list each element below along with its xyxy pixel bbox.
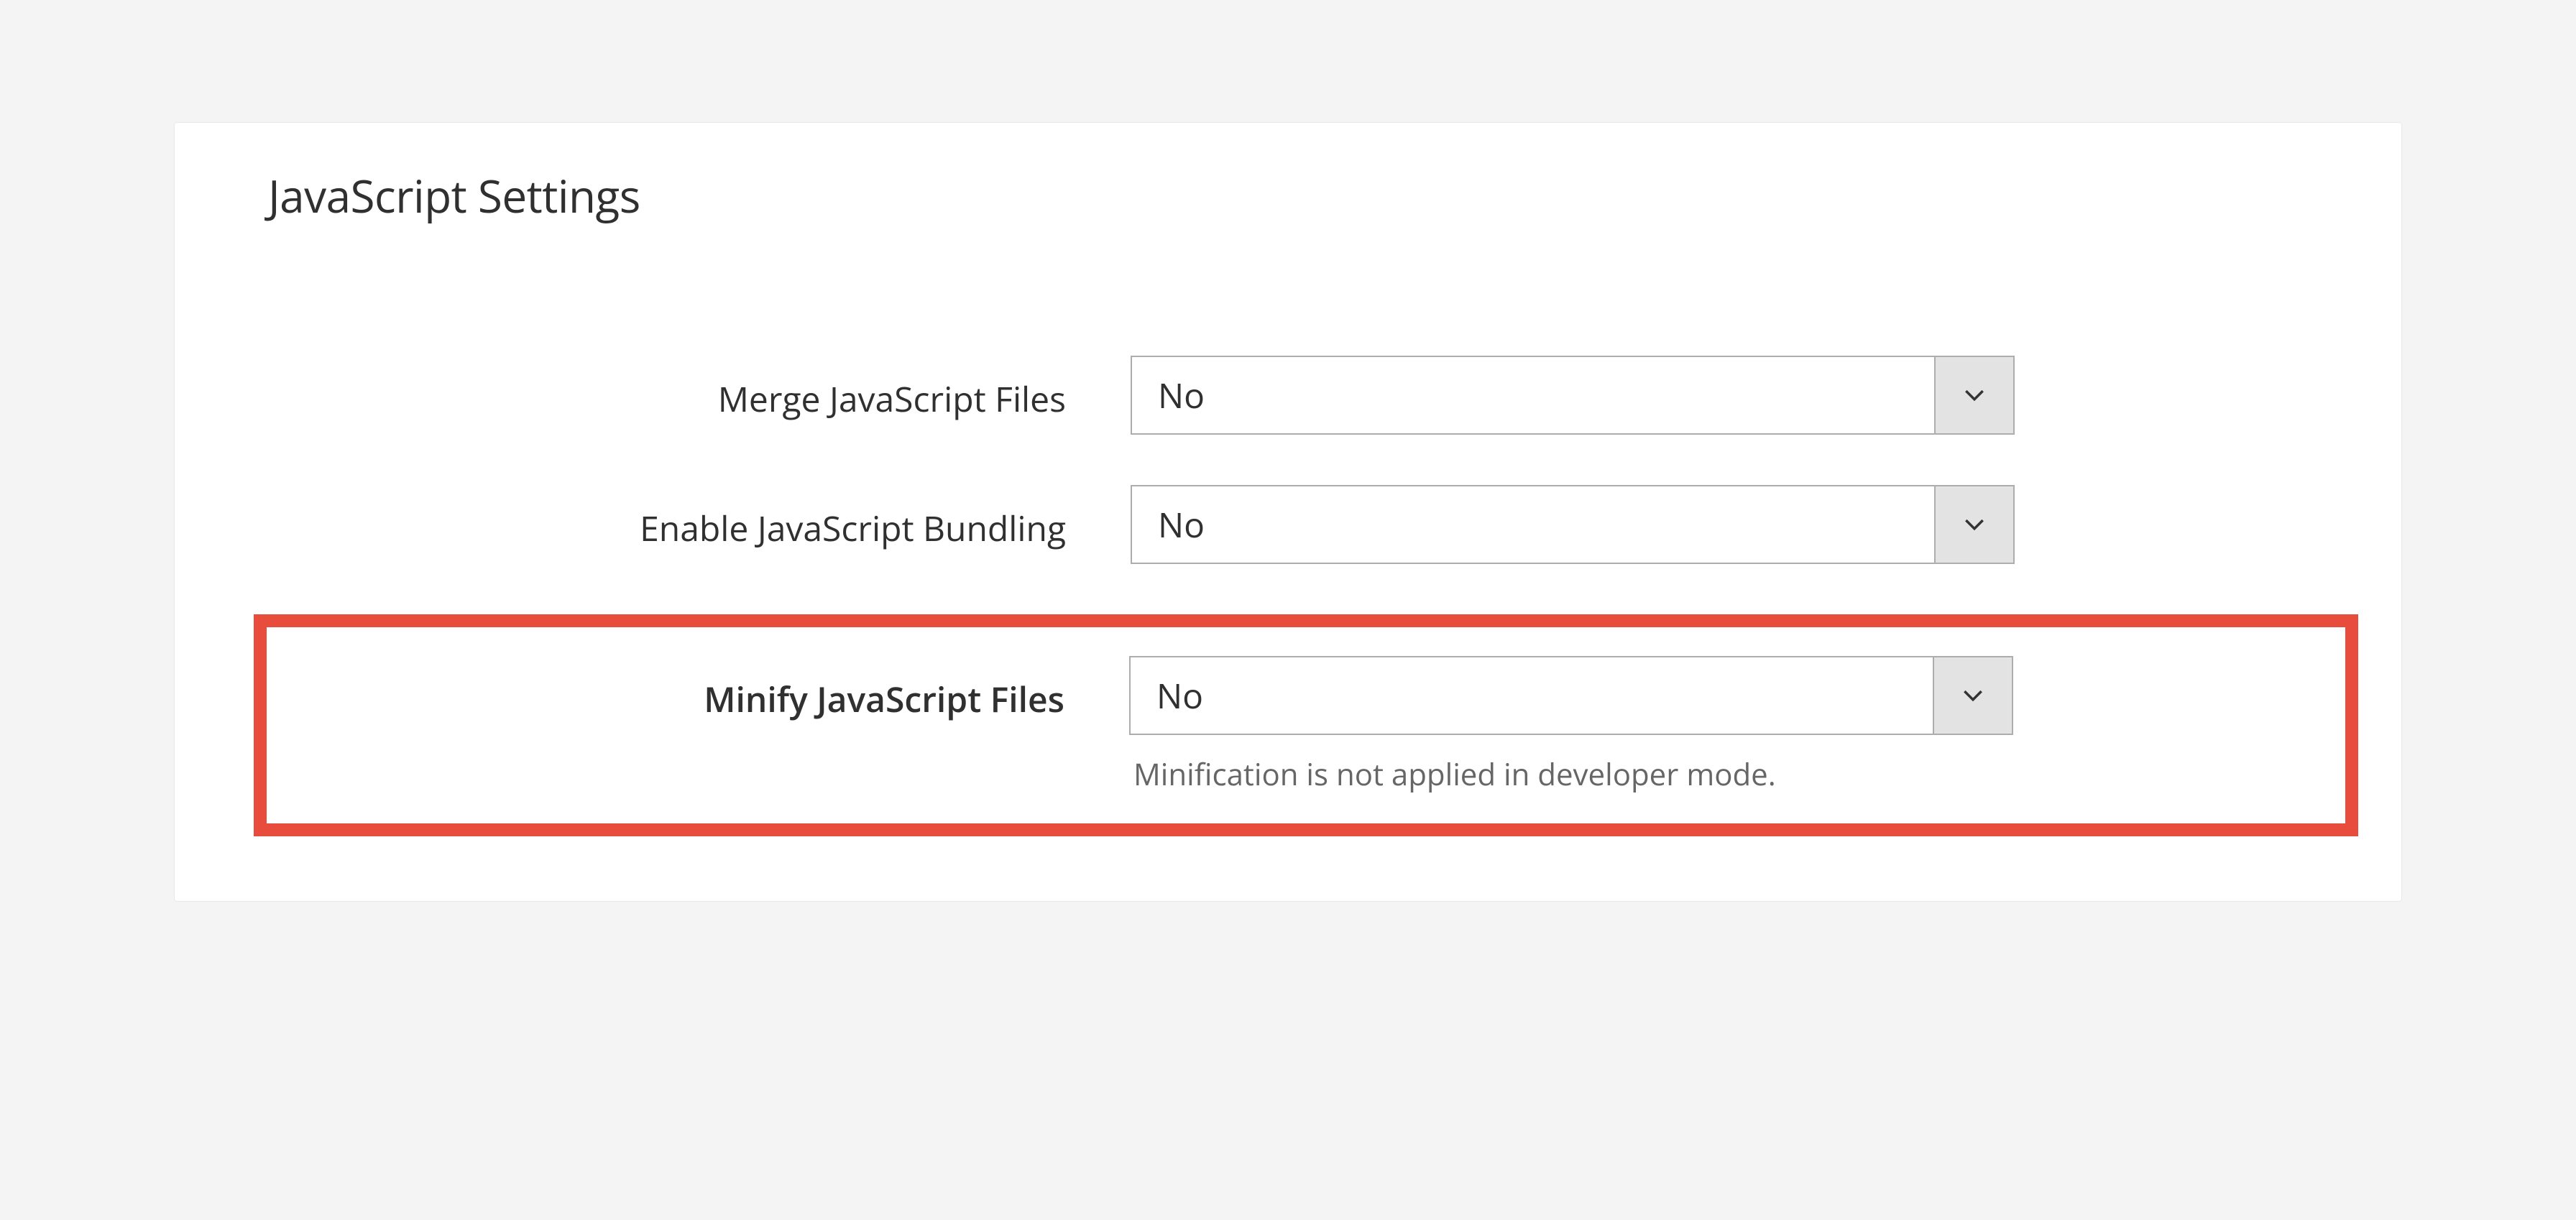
minify-value: No <box>1131 673 1933 719</box>
minify-select[interactable]: No <box>1129 656 2013 735</box>
bundling-control: No <box>1131 485 2015 564</box>
merge-js-control: No <box>1131 356 2015 435</box>
merge-js-select[interactable]: No <box>1131 356 2015 435</box>
highlighted-setting: Minify JavaScript Files No Minification … <box>254 614 2358 836</box>
merge-js-row: Merge JavaScript Files No <box>268 356 2329 435</box>
merge-js-value: No <box>1132 372 1934 419</box>
minify-label: Minify JavaScript Files <box>281 656 1129 723</box>
merge-js-label: Merge JavaScript Files <box>268 356 1131 422</box>
minify-helper-text: Minification is not applied in developer… <box>1129 754 2013 795</box>
bundling-row: Enable JavaScript Bundling No <box>268 485 2329 564</box>
chevron-down-icon <box>1934 357 2013 433</box>
chevron-down-icon <box>1934 486 2013 563</box>
bundling-select[interactable]: No <box>1131 485 2015 564</box>
minify-row: Minify JavaScript Files No Minification … <box>281 656 2317 795</box>
settings-panel: JavaScript Settings Merge JavaScript Fil… <box>174 122 2402 902</box>
bundling-value: No <box>1132 502 1934 548</box>
minify-control: No Minification is not applied in develo… <box>1129 656 2013 795</box>
bundling-label: Enable JavaScript Bundling <box>268 485 1131 552</box>
section-title: JavaScript Settings <box>268 166 2329 226</box>
chevron-down-icon <box>1933 657 2012 734</box>
